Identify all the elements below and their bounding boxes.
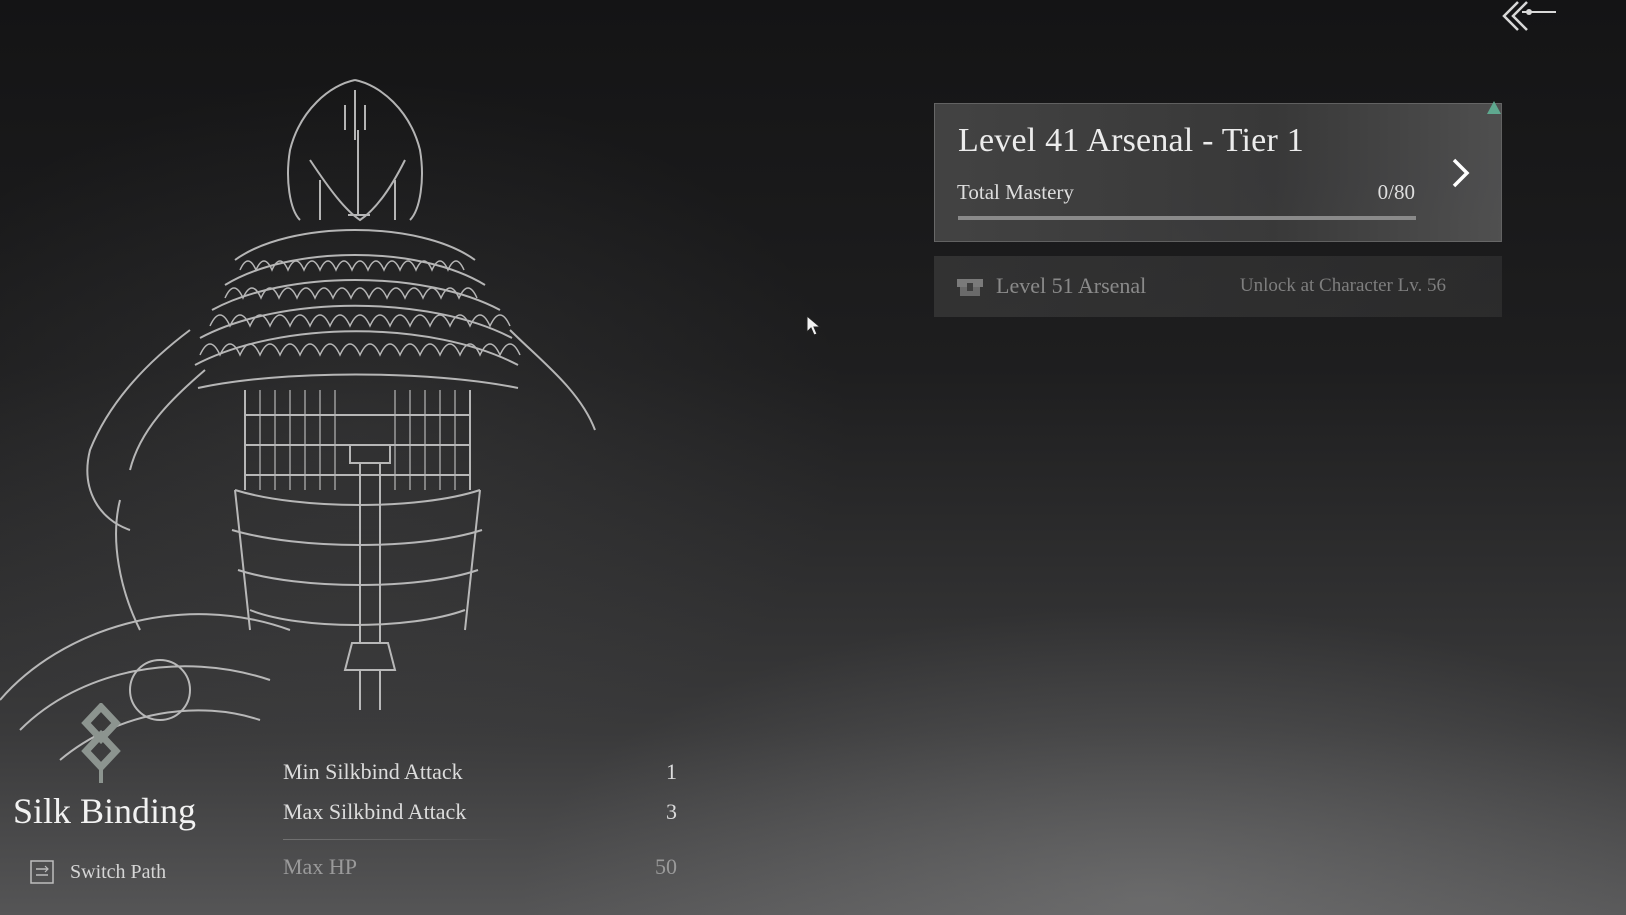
stat-divider — [283, 839, 513, 840]
stat-label: Max HP — [283, 854, 357, 879]
path-name: Silk Binding — [13, 791, 197, 831]
arsenal-title: Level 41 Arsenal - Tier 1 — [958, 122, 1304, 159]
total-mastery-value: 0/80 — [1377, 180, 1415, 204]
upgrade-indicator-icon — [1487, 101, 1501, 114]
chevron-right-icon[interactable] — [1449, 156, 1473, 190]
mouse-cursor-icon — [806, 315, 822, 336]
stat-row: Max HP 50 — [283, 850, 677, 890]
back-button[interactable] — [1498, 0, 1562, 36]
locked-arsenal-title: Level 51 Arsenal — [996, 273, 1147, 298]
stat-value: 1 — [666, 759, 677, 784]
stat-value: 50 — [655, 854, 677, 879]
lock-chest-icon — [957, 279, 983, 296]
switch-path-icon — [30, 860, 54, 884]
switch-path-label: Switch Path — [70, 860, 167, 883]
mastery-progress-bar — [958, 216, 1416, 220]
stat-row: Min Silkbind Attack 1 — [283, 755, 677, 795]
stat-label: Max Silkbind Attack — [283, 799, 467, 824]
stat-row: Max Silkbind Attack 3 — [283, 795, 677, 835]
diamond-chain-emblem-icon — [81, 703, 121, 783]
stat-label: Min Silkbind Attack — [283, 759, 463, 784]
double-chevron-left-icon — [1502, 1, 1556, 31]
stats-list: Min Silkbind Attack 1 Max Silkbind Attac… — [283, 755, 677, 890]
current-arsenal-card[interactable]: Level 41 Arsenal - Tier 1 Total Mastery … — [934, 101, 1502, 242]
total-mastery-label: Total Mastery — [957, 180, 1074, 204]
stat-value: 3 — [666, 799, 677, 824]
armor-illustration — [0, 79, 596, 761]
locked-arsenal-card: Level 51 Arsenal Unlock at Character Lv.… — [934, 256, 1502, 317]
arsenal-screen: Level 41 Arsenal - Tier 1 Total Mastery … — [0, 0, 1626, 915]
unlock-requirement: Unlock at Character Lv. 56 — [1239, 275, 1446, 296]
switch-path-button[interactable]: Switch Path — [30, 855, 166, 889]
